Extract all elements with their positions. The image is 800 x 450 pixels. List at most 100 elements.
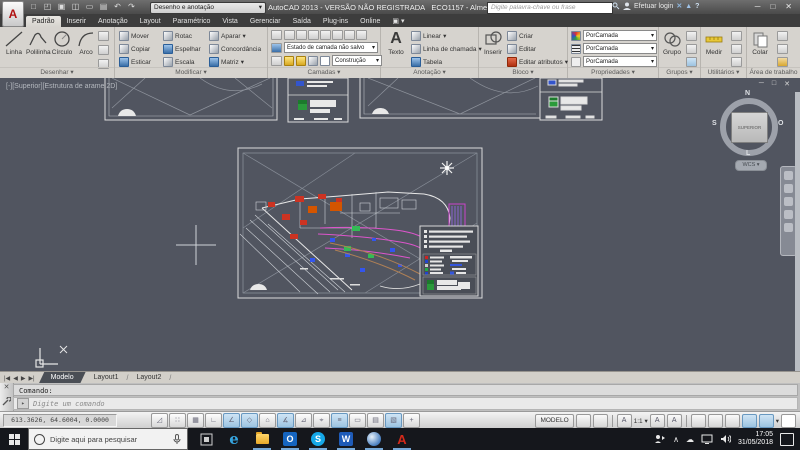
taskbar-app-word[interactable]: W xyxy=(332,428,360,450)
cloud-icon[interactable]: ☁ xyxy=(686,435,694,444)
tab-parametrico[interactable]: Paramétrico xyxy=(167,16,217,27)
array-button[interactable]: Matriz ▾ xyxy=(209,57,244,67)
snap-toggle[interactable]: ∷ xyxy=(169,413,186,428)
tab-online[interactable]: Online xyxy=(354,16,386,27)
rotate-button[interactable]: Rotac xyxy=(163,31,192,41)
drawing-canvas[interactable]: [-][Superior][Estrutura de arame 2D] ─ □… xyxy=(0,78,800,371)
pan-icon[interactable] xyxy=(784,184,793,193)
undo-icon[interactable]: ↶ xyxy=(112,2,123,12)
tab-vista[interactable]: Vista xyxy=(216,16,243,27)
taskbar-app-edge[interactable]: e xyxy=(220,428,248,450)
compass-north[interactable]: N xyxy=(745,90,750,97)
panel-label-camadas[interactable]: Camadas ▾ xyxy=(268,67,380,78)
redo-icon[interactable]: ↷ xyxy=(126,2,137,12)
group-button[interactable]: Grupo xyxy=(660,29,684,56)
action-center-icon[interactable] xyxy=(780,433,794,446)
exchange-icon[interactable]: ✕ xyxy=(676,2,682,10)
layer-dropdown[interactable]: Construção▾ xyxy=(332,55,382,66)
layer-properties-icon[interactable] xyxy=(271,30,282,40)
quick-select-icon[interactable] xyxy=(731,31,742,41)
quick-view-layouts-icon[interactable] xyxy=(576,414,591,428)
lightbulb-icon[interactable] xyxy=(284,56,294,66)
am-toggle[interactable]: + xyxy=(403,413,420,428)
viewcube-face[interactable]: SUPERIOR xyxy=(731,112,768,143)
layer-state-dropdown[interactable]: Estado de camada não salvo▾ xyxy=(284,42,378,53)
arc-button[interactable]: Arco xyxy=(74,29,98,56)
prev-layout-icon[interactable]: ◀ xyxy=(13,375,18,382)
grid-toggle[interactable]: ▦ xyxy=(187,413,204,428)
edit-attributes-button[interactable]: Editar atributos ▾ xyxy=(507,57,568,67)
autoscale-icon[interactable]: A xyxy=(667,414,682,428)
workspace-dropdown[interactable]: Desenho e anotação ▾ xyxy=(150,2,266,14)
layer-isolate-icon[interactable] xyxy=(320,30,331,40)
command-tools-icon[interactable] xyxy=(2,397,11,406)
color-dropdown[interactable]: PorCamada▾ xyxy=(583,30,657,41)
close-button[interactable]: ✕ xyxy=(785,2,792,11)
coordinates-readout[interactable]: 613.3626, 64.6004, 0.0000 xyxy=(3,414,117,427)
last-layout-icon[interactable]: ▶| xyxy=(28,375,34,382)
panel-label-area-trabalho[interactable]: Área de trabalho xyxy=(747,67,800,78)
login-button[interactable]: Efetuar login xyxy=(634,3,673,10)
layer-thaw-icon[interactable] xyxy=(344,30,355,40)
isolate-objects-icon[interactable] xyxy=(725,414,740,428)
next-layout-icon[interactable]: ▶ xyxy=(21,375,26,382)
layer-unlock-icon[interactable] xyxy=(356,30,367,40)
circle-button[interactable]: Círculo xyxy=(50,29,74,56)
id-point-icon[interactable] xyxy=(731,57,742,67)
doc-restore-button[interactable]: □ xyxy=(772,80,776,88)
tab-inserir[interactable]: Inserir xyxy=(61,16,92,27)
cut-icon[interactable] xyxy=(777,31,788,41)
tab-anotacao[interactable]: Anotação xyxy=(92,16,134,27)
quick-calc-icon[interactable] xyxy=(731,44,742,54)
microphone-icon[interactable] xyxy=(173,434,181,444)
panel-label-utilitarios[interactable]: Utilitários ▾ xyxy=(701,67,746,78)
leader-button[interactable]: Linha de chamada ▾ xyxy=(411,44,482,54)
a360-icon[interactable]: ▲ xyxy=(685,3,692,10)
layer-color-swatch[interactable] xyxy=(320,56,330,66)
doc-minimize-button[interactable]: ─ xyxy=(759,80,764,88)
group-edit-icon[interactable] xyxy=(686,44,697,54)
color-control[interactable]: PorCamada▾ xyxy=(571,30,657,41)
annotation-scale-icon[interactable]: A xyxy=(617,414,632,428)
create-block-button[interactable]: Criar xyxy=(507,31,533,41)
status-menu-arrow[interactable]: ▾ xyxy=(776,417,779,425)
panel-label-bloco[interactable]: Bloco ▾ xyxy=(479,67,567,78)
orbit-icon[interactable] xyxy=(784,210,793,219)
vertical-scrollbar[interactable] xyxy=(795,92,800,371)
minimize-button[interactable]: ─ xyxy=(755,2,761,11)
linetype-dropdown[interactable]: PorCamada▾ xyxy=(583,56,657,67)
tab-saida[interactable]: Saída xyxy=(287,16,317,27)
group-selection-icon[interactable] xyxy=(686,57,697,67)
osnap3d-toggle[interactable]: ⌂ xyxy=(259,413,276,428)
command-history[interactable]: Comando: xyxy=(13,384,798,396)
infer-toggle[interactable]: ◿ xyxy=(151,413,168,428)
command-input[interactable]: ▸ Digite um comando xyxy=(13,397,798,410)
copy-clip-icon[interactable] xyxy=(777,44,788,54)
new-icon[interactable]: □ xyxy=(28,2,39,12)
copy-button[interactable]: Copiar xyxy=(119,44,150,54)
tab-gerenciar[interactable]: Gerenciar xyxy=(244,16,287,27)
trim-button[interactable]: Aparar ▾ xyxy=(209,31,246,41)
table-button[interactable]: Tabela xyxy=(411,57,442,67)
move-button[interactable]: Mover xyxy=(119,31,149,41)
model-space-button[interactable]: MODELO xyxy=(535,414,573,428)
workspace-switch-icon[interactable] xyxy=(691,414,706,428)
insert-block-button[interactable]: Inserir xyxy=(481,29,505,56)
clean-screen-icon[interactable] xyxy=(781,414,796,428)
save-icon[interactable]: ▣ xyxy=(56,2,67,12)
sc-toggle[interactable]: ▧ xyxy=(385,413,402,428)
text-button[interactable]: A Texto xyxy=(384,29,408,56)
tab-padrao[interactable]: Padrão xyxy=(26,16,61,27)
annotation-visibility-icon[interactable]: A xyxy=(650,414,665,428)
taskbar-app-earth[interactable] xyxy=(360,428,388,450)
layer-freeze-icon[interactable] xyxy=(296,30,307,40)
open-icon[interactable]: ◰ xyxy=(42,2,53,12)
edit-block-button[interactable]: Editar xyxy=(507,44,536,54)
lineweight-dropdown[interactable]: PorCamada▾ xyxy=(583,43,657,54)
print-icon[interactable]: ▤ xyxy=(98,2,109,12)
lock-ui-icon[interactable] xyxy=(708,414,723,428)
task-view-button[interactable] xyxy=(192,428,220,450)
taskbar-app-autocad[interactable]: A xyxy=(388,428,416,450)
ribbon-minimize-icon[interactable]: ▣ ▾ xyxy=(386,15,410,27)
ducs-toggle[interactable]: ⊿ xyxy=(295,413,312,428)
